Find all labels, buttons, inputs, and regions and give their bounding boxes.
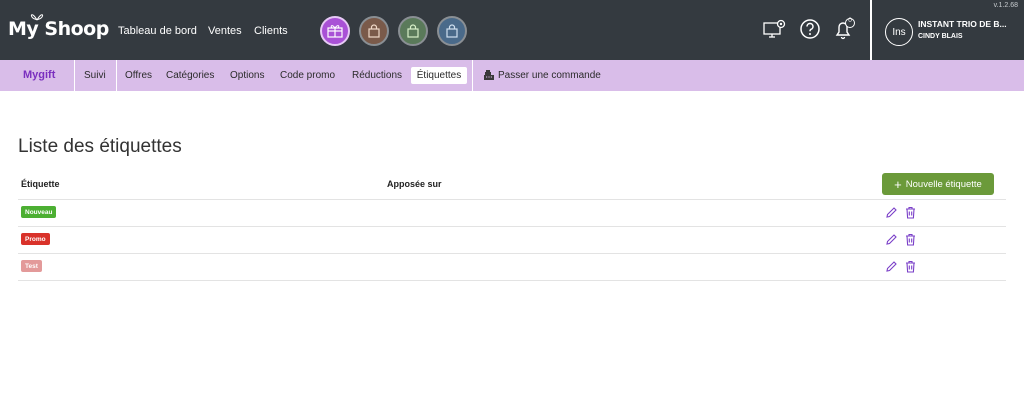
subnav-item-place-order[interactable]: Passer une commande — [498, 70, 601, 81]
subnav-item-etiquettes[interactable]: Étiquettes — [411, 67, 467, 84]
column-header-label: Étiquette — [21, 179, 60, 189]
gift-icon — [327, 25, 343, 38]
shop-name[interactable]: INSTANT TRIO DE B... — [918, 19, 1007, 29]
bell-icon — [835, 18, 855, 40]
label-badge: Promo — [21, 233, 50, 245]
delete-icon[interactable] — [904, 260, 917, 273]
subnav-item-reductions[interactable]: Réductions — [352, 70, 402, 81]
table-divider — [18, 280, 1006, 281]
column-header-applied-on: Apposée sur — [387, 179, 442, 189]
shop-app-button-1[interactable] — [359, 16, 389, 46]
app-version: v.1.2.68 — [993, 2, 1018, 9]
subnav-item-suivi[interactable]: Suivi — [84, 70, 106, 81]
new-label-button[interactable]: + Nouvelle étiquette — [882, 173, 994, 195]
shopping-bag-icon — [446, 24, 458, 38]
page-title: Liste des étiquettes — [18, 136, 182, 157]
cash-register-icon — [484, 70, 494, 80]
label-badge: Test — [21, 260, 42, 272]
edit-icon[interactable] — [885, 206, 898, 219]
module-title[interactable]: Mygift — [23, 69, 55, 81]
screen-settings-button[interactable] — [762, 16, 788, 42]
label-badge: Nouveau — [21, 206, 57, 218]
delete-icon[interactable] — [904, 233, 917, 246]
avatar[interactable]: Ins — [885, 18, 913, 46]
help-icon — [800, 19, 820, 39]
header-divider — [870, 0, 872, 60]
nav-dashboard[interactable]: Tableau de bord — [118, 25, 197, 37]
notification-count: 0 — [848, 17, 852, 24]
subnav-divider — [116, 60, 117, 91]
shop-app-button-3[interactable] — [437, 16, 467, 46]
edit-icon[interactable] — [885, 260, 898, 273]
table-divider — [18, 226, 1006, 227]
shopping-bag-icon — [407, 24, 419, 38]
subnav-divider — [472, 60, 473, 91]
top-header: My Shoop Tableau de bord Ventes Clients … — [0, 0, 1024, 60]
monitor-gear-icon — [763, 19, 786, 38]
notifications-button[interactable]: 0 — [832, 16, 858, 42]
module-subnav: Mygift Suivi Offres Catégories Options C… — [0, 60, 1024, 91]
subnav-item-options[interactable]: Options — [230, 70, 264, 81]
nav-clients[interactable]: Clients — [254, 25, 288, 37]
subnav-divider — [74, 60, 75, 91]
shopping-bag-icon — [368, 24, 380, 38]
delete-icon[interactable] — [904, 206, 917, 219]
subnav-item-offres[interactable]: Offres — [125, 70, 152, 81]
plus-icon: + — [894, 176, 902, 192]
shop-app-button-2[interactable] — [398, 16, 428, 46]
edit-icon[interactable] — [885, 233, 898, 246]
help-button[interactable] — [797, 16, 823, 42]
app-logo[interactable]: My Shoop — [8, 18, 109, 40]
subnav-item-categories[interactable]: Catégories — [166, 70, 214, 81]
user-name: CINDY BLAIS — [918, 33, 963, 40]
nav-sales[interactable]: Ventes — [208, 25, 242, 37]
gift-app-button[interactable] — [320, 16, 350, 46]
table-divider — [18, 253, 1006, 254]
subnav-item-code-promo[interactable]: Code promo — [280, 70, 335, 81]
table-divider — [18, 199, 1006, 200]
new-label-button-text: Nouvelle étiquette — [905, 178, 982, 190]
